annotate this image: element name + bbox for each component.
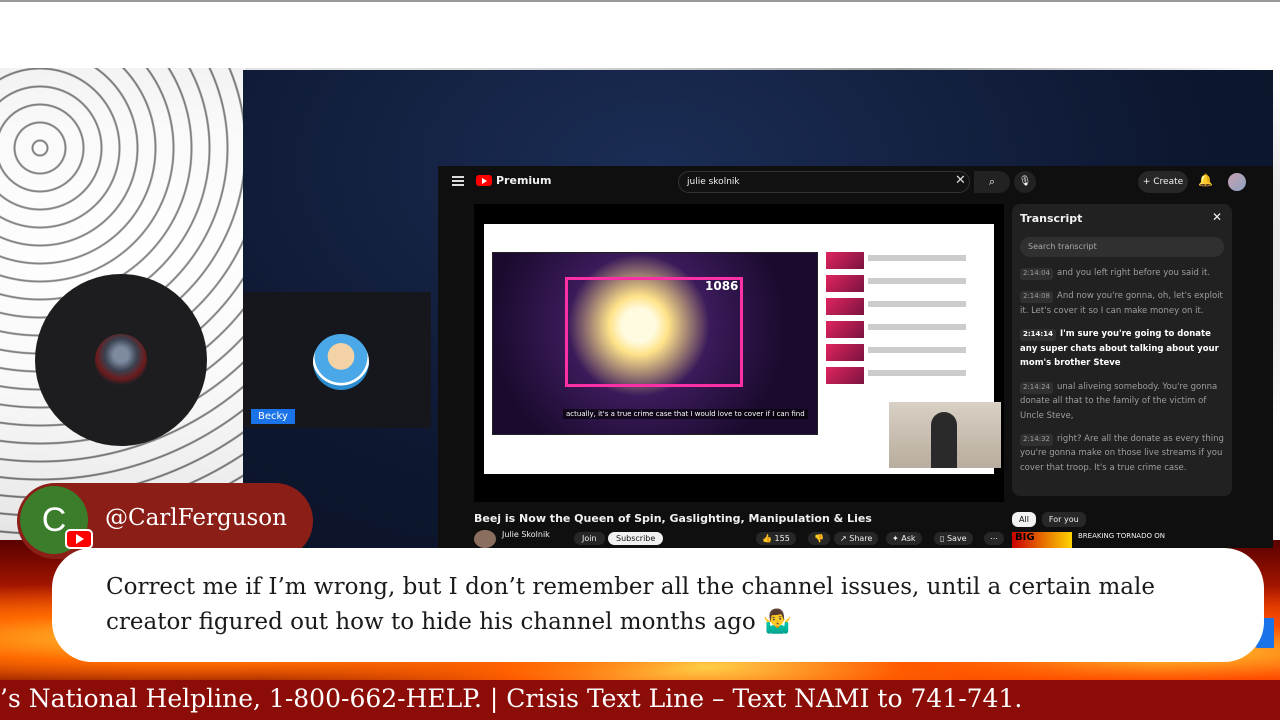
list-item — [826, 367, 966, 384]
chip-all[interactable]: All — [1012, 512, 1036, 527]
host-profile-circle — [35, 274, 207, 446]
mic-button[interactable]: 🎙 — [1014, 171, 1036, 193]
webcam-overlay — [889, 402, 1001, 468]
participant-tile[interactable]: Becky — [243, 292, 431, 428]
list-item — [826, 344, 966, 361]
author-username: @CarlFerguson — [105, 505, 287, 531]
search-input[interactable]: julie skolnik — [678, 171, 970, 193]
youtube-play-icon — [476, 175, 492, 186]
rec-title: BREAKING TORNADO ON — [1078, 532, 1165, 540]
timestamp: 2:14:32 — [1020, 433, 1053, 446]
nested-counter: 1086 — [705, 279, 739, 293]
chat-message-bubble: Correct me if I’m wrong, but I don’t rem… — [52, 548, 1264, 662]
like-button[interactable]: 👍 155 — [756, 532, 796, 545]
menu-icon[interactable] — [452, 176, 464, 186]
transcript-segment[interactable]: 2:14:32 right? Are all the donate as ever… — [1020, 432, 1224, 475]
close-icon[interactable]: ✕ — [1212, 210, 1222, 224]
youtube-icon — [65, 529, 93, 549]
dislike-icon: 👎 — [814, 534, 824, 543]
recommended-video[interactable]: BIG BREAKING TORNADO ON — [1012, 532, 1232, 548]
list-item — [826, 252, 966, 269]
create-button[interactable]: + Create — [1138, 171, 1188, 193]
transcript-segment-active[interactable]: 2:14:14 I'm sure you're going to donate a… — [1020, 327, 1224, 370]
video-player[interactable]: 1086 actually, it's a true crime case th… — [474, 204, 1004, 502]
join-button[interactable]: Join — [574, 532, 605, 545]
more-icon[interactable]: ⋯ — [984, 532, 1004, 545]
nested-stream-frame — [565, 277, 743, 387]
sparkle-icon: ✦ — [892, 534, 899, 543]
timestamp: 2:14:04 — [1020, 268, 1053, 280]
timestamp: 2:14:14 — [1020, 329, 1056, 342]
nested-stream: 1086 actually, it's a true crime case th… — [492, 252, 818, 435]
search-icon: ⌕ — [988, 175, 996, 188]
notifications-bell-icon[interactable]: 🔔 — [1198, 173, 1213, 187]
transcript-panel: Transcript ✕ Search transcript 2:14:04 an… — [1012, 204, 1232, 496]
participant-avatar — [313, 334, 369, 390]
transcript-search-input[interactable]: Search transcript — [1020, 237, 1224, 257]
news-ticker: ’s National Helpline, 1-800-662-HELP. | … — [0, 680, 1280, 720]
filter-chips: All For you — [1012, 512, 1086, 527]
timestamp: 2:14:08 — [1020, 291, 1053, 304]
transcript-title: Transcript — [1020, 212, 1083, 225]
youtube-window: Premium julie skolnik ✕ ⌕ 🎙 + Create 🔔 1… — [438, 166, 1273, 548]
share-label: Share — [849, 534, 873, 543]
shared-screen: Becky Premium julie skolnik ✕ ⌕ 🎙 + Crea… — [243, 70, 1273, 548]
save-label: Save — [946, 534, 967, 543]
subscribe-button[interactable]: Subscribe — [608, 532, 664, 545]
bookmark-icon: ▯ — [940, 534, 945, 543]
account-avatar[interactable] — [1228, 173, 1246, 191]
chip-for-you[interactable]: For you — [1041, 512, 1086, 527]
video-title: Beej is Now the Queen of Spin, Gaslighti… — [474, 512, 872, 525]
list-item — [826, 321, 966, 338]
save-button[interactable]: ▯ Save — [934, 532, 973, 545]
clear-search-icon[interactable]: ✕ — [955, 173, 966, 188]
dislike-button[interactable]: 👎 — [808, 532, 830, 545]
video-actions-row: Julie Skolnik Join Subscribe 👍 155 👎 ↗ S… — [474, 530, 1004, 548]
transcript-segment[interactable]: 2:14:24 unal aliveing somebody. You're go… — [1020, 380, 1224, 423]
mic-icon: 🎙 — [1018, 176, 1032, 187]
host-avatar — [95, 334, 147, 386]
ask-label: Ask — [901, 534, 916, 543]
top-bar — [0, 0, 1280, 68]
chat-message-text: Correct me if I’m wrong, but I don’t rem… — [106, 574, 1155, 635]
youtube-logo[interactable]: Premium — [476, 174, 551, 187]
nested-caption: actually, it's a true crime case that I … — [563, 409, 808, 419]
transcript-segment[interactable]: 2:14:08 And now you're gonna, oh, let's e… — [1020, 289, 1224, 318]
channel-name[interactable]: Julie Skolnik — [502, 530, 550, 539]
channel-avatar[interactable] — [474, 530, 496, 548]
ticker-text: ’s National Helpline, 1-800-662-HELP. | … — [0, 684, 1023, 713]
share-icon: ↗ — [840, 534, 847, 543]
webcam-person — [931, 412, 957, 468]
segment-text: and you left right before you said it. — [1057, 268, 1211, 278]
rec-thumbnail: BIG — [1012, 532, 1072, 548]
participant-name: Becky — [251, 409, 295, 424]
share-button[interactable]: ↗ Share — [834, 532, 879, 545]
transcript-segment[interactable]: 2:14:04 and you left right before you sai… — [1020, 266, 1224, 280]
ask-button[interactable]: ✦ Ask — [886, 532, 922, 545]
youtube-logo-text: Premium — [496, 174, 552, 187]
like-icon: 👍 — [762, 534, 772, 543]
create-label: Create — [1153, 177, 1184, 187]
list-item — [826, 298, 966, 315]
youtube-header: Premium julie skolnik ✕ ⌕ 🎙 + Create 🔔 — [438, 166, 1273, 200]
like-count: 155 — [774, 534, 790, 543]
list-item — [826, 275, 966, 292]
search-button[interactable]: ⌕ — [974, 171, 1010, 193]
timestamp: 2:14:24 — [1020, 381, 1053, 394]
